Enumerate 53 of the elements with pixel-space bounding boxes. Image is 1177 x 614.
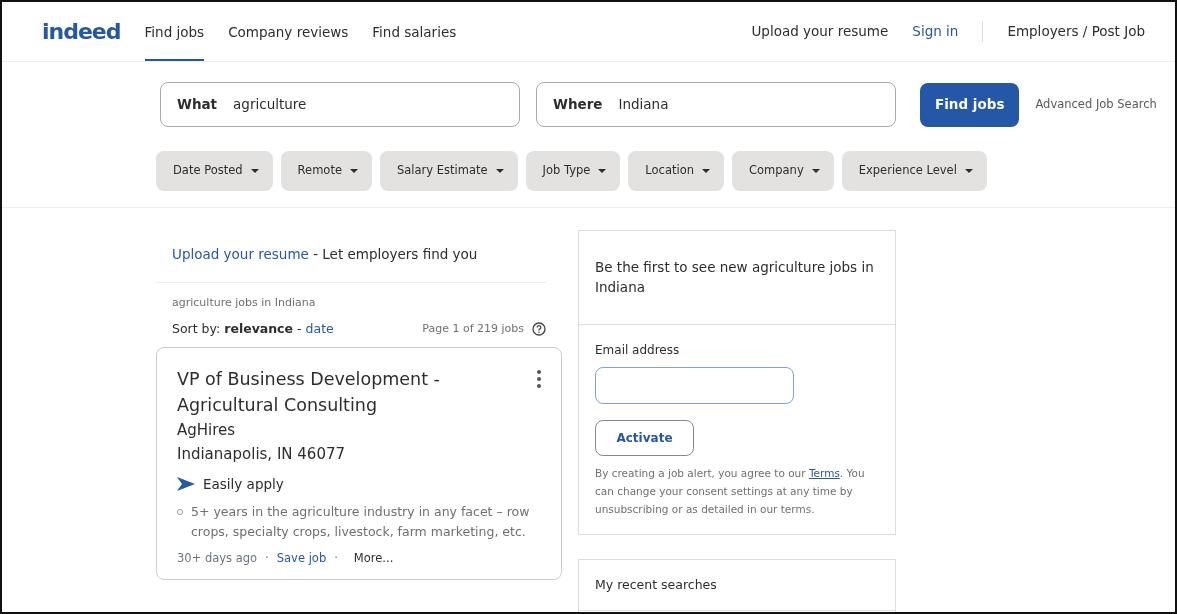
legal-text: By creating a job alert, you agree to our Terms. You can change your consent settings at any time by unsubscribing or as detailed in our terms. — [595, 465, 866, 517]
activate-button[interactable]: Activate — [595, 419, 694, 456]
nav-link[interactable]: Upload your resume — [751, 21, 889, 42]
find-jobs-button[interactable]: Find jobs — [920, 82, 1020, 127]
job-title[interactable]: VP of Business Development - Agricultural Consulting — [177, 365, 497, 418]
caret-icon — [349, 168, 358, 173]
filter-button[interactable]: Company — [732, 151, 834, 191]
separator: · — [334, 549, 338, 567]
more-link[interactable]: More... — [353, 549, 394, 567]
caret-icon — [702, 168, 710, 173]
alert-title: Be the first to see new agriculture jobs in Indiana — [595, 258, 875, 298]
upload-resume-link[interactable]: Upload your resume — [172, 246, 309, 262]
job-location: Indianapolis, IN 46077 — [177, 443, 347, 465]
save-job-link[interactable]: Save job — [276, 549, 327, 567]
job-card[interactable] — [156, 346, 562, 580]
sort-label: Sort by: — [172, 319, 221, 338]
email-field[interactable] — [595, 366, 794, 404]
filter-button[interactable]: Salary Estimate — [379, 151, 518, 191]
caret-icon — [495, 168, 504, 173]
help-icon[interactable] — [532, 322, 546, 337]
sort-option[interactable]: date — [305, 319, 334, 339]
filter-button[interactable]: Location — [628, 151, 724, 191]
caret-icon — [811, 168, 820, 173]
caret-icon — [598, 168, 607, 173]
terms-link[interactable]: Terms — [808, 466, 840, 479]
nav-tab[interactable]: Find jobs — [144, 2, 205, 61]
where-field[interactable]: Where Indiana — [536, 82, 896, 127]
company-name: AgHires — [177, 419, 237, 441]
filter-button[interactable]: Date Posted — [156, 151, 273, 191]
separator: - — [297, 319, 302, 338]
recent-searches-title: My recent searches — [579, 559, 895, 612]
nav-tab[interactable]: Company reviews — [228, 2, 349, 61]
more-options-icon[interactable] — [537, 369, 541, 388]
nav-link[interactable]: Sign in — [912, 21, 959, 42]
separator: · — [265, 549, 269, 567]
easily-apply-label: Easily apply — [203, 474, 284, 494]
advanced-search-link[interactable]: Advanced Job Search — [1035, 95, 1157, 114]
email-label: Email address — [595, 341, 681, 359]
filter-button[interactable]: Experience Level — [841, 151, 987, 191]
what-field[interactable]: What agriculture — [160, 82, 520, 127]
nav-tab[interactable]: Find salaries — [372, 2, 457, 61]
page-count: Page 1 of 219 jobs — [422, 320, 524, 337]
caret-icon — [964, 168, 973, 173]
arrow-icon — [177, 476, 195, 491]
caret-icon — [250, 168, 259, 173]
logo[interactable]: indeed — [42, 20, 121, 43]
job-snippet: 5+ years in the agriculture industry in any facet – row crops, specialty crops, livestock, farm marketing, etc. — [191, 502, 531, 541]
upload-prompt: Upload your resume - Let employers find you — [156, 230, 546, 284]
posted-age: 30+ days ago — [177, 549, 258, 567]
search-summary: agriculture jobs in Indiana — [172, 295, 317, 312]
filter-button[interactable]: Remote — [280, 151, 372, 191]
filter-button[interactable]: Job Type — [525, 151, 621, 191]
sort-option[interactable]: relevance — [224, 319, 293, 339]
